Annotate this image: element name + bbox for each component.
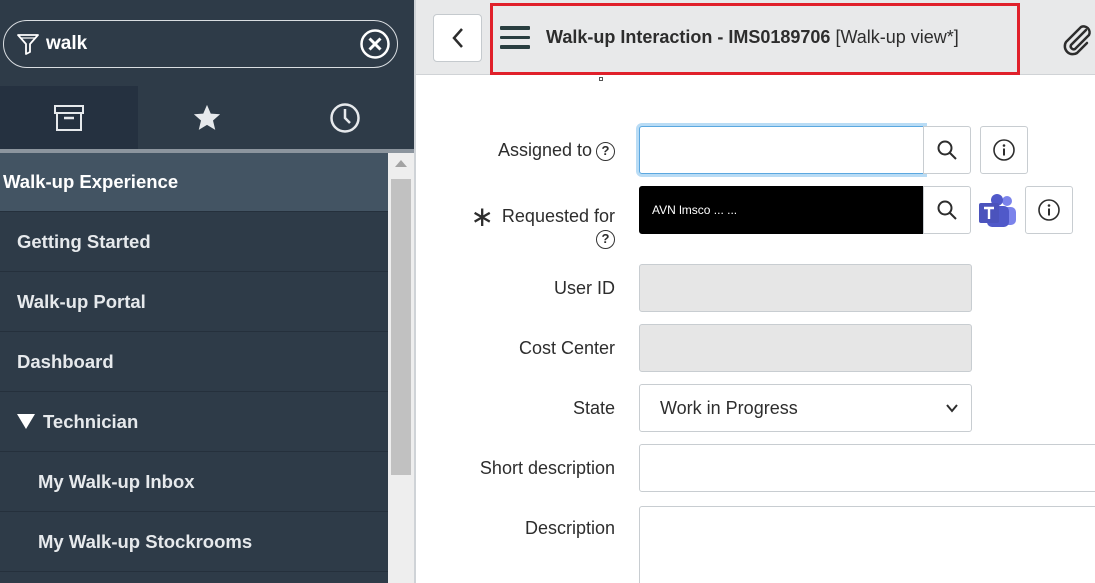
state-label: State bbox=[572, 398, 615, 418]
menu-header-walkup-experience[interactable]: Walk-up Experience bbox=[0, 153, 388, 212]
chevron-down-icon bbox=[946, 404, 958, 413]
state-select[interactable]: Work in Progress bbox=[639, 384, 972, 432]
clock-icon bbox=[330, 102, 360, 133]
filter-input[interactable] bbox=[46, 31, 346, 57]
form-header: Walk-up Interaction - IMS0189706 [Walk-u… bbox=[416, 0, 1095, 75]
description-textarea[interactable] bbox=[640, 507, 1095, 583]
menu-item-walkup-portal[interactable]: Walk-up Portal bbox=[0, 272, 388, 332]
clear-filter-icon[interactable] bbox=[359, 28, 391, 60]
requested-for-info-button[interactable] bbox=[1025, 186, 1073, 234]
state-selected-value: Work in Progress bbox=[660, 397, 798, 418]
star-icon bbox=[193, 104, 221, 130]
label-text: Requested for bbox=[501, 206, 615, 226]
app-root: Walk-up Experience Getting Started Walk-… bbox=[0, 0, 1095, 583]
teams-icon[interactable] bbox=[978, 193, 1018, 229]
info-icon bbox=[993, 139, 1015, 161]
navigator-sidebar: Walk-up Experience Getting Started Walk-… bbox=[0, 0, 414, 583]
assigned-to-label: Assigned to? bbox=[498, 140, 615, 161]
menu-item-label: My Walk-up Stockrooms bbox=[38, 530, 253, 552]
tab-favorites[interactable] bbox=[138, 86, 276, 149]
info-icon bbox=[1038, 199, 1060, 221]
tab-all-applications[interactable] bbox=[0, 86, 138, 149]
user-id-label: User ID bbox=[553, 278, 615, 298]
cost-center-field bbox=[639, 324, 972, 372]
user-id-input bbox=[640, 265, 971, 311]
menu-item-my-walkup-inbox[interactable]: My Walk-up Inbox bbox=[0, 452, 388, 512]
requested-for-help: ? bbox=[592, 228, 615, 249]
expand-triangle-icon[interactable] bbox=[17, 414, 35, 429]
resize-marker bbox=[599, 77, 603, 81]
requested-for-value: AVN lmsco ... ... bbox=[652, 203, 738, 217]
menu-item-label: Dashboard bbox=[17, 350, 114, 372]
highlight-box bbox=[490, 3, 1020, 75]
menu-section-technician[interactable]: Technician bbox=[0, 392, 388, 452]
menu-header-label: Walk-up Experience bbox=[3, 171, 179, 192]
user-id-field bbox=[639, 264, 972, 312]
description-field[interactable] bbox=[639, 506, 1095, 583]
menu-item-label: Technician bbox=[43, 410, 139, 432]
assigned-to-input[interactable] bbox=[640, 127, 923, 173]
archive-icon bbox=[54, 104, 84, 131]
help-icon[interactable]: ? bbox=[596, 141, 615, 161]
menu-item-getting-started[interactable]: Getting Started bbox=[0, 212, 388, 272]
menu-item-label: My Walk-up Inbox bbox=[38, 470, 195, 492]
cost-center-input bbox=[640, 325, 971, 371]
requested-for-field[interactable]: AVN lmsco ... ... bbox=[639, 186, 924, 234]
scroll-thumb[interactable] bbox=[391, 179, 411, 475]
menu-item-label: Walk-up Portal bbox=[17, 290, 146, 312]
menu-item-dashboard[interactable]: Dashboard bbox=[0, 332, 388, 392]
menu-item-my-walkup-stockrooms[interactable]: My Walk-up Stockrooms bbox=[0, 512, 388, 572]
sidebar-scrollbar[interactable] bbox=[388, 153, 414, 583]
cost-center-label: Cost Center bbox=[518, 338, 615, 358]
search-icon bbox=[937, 200, 957, 220]
search-icon bbox=[937, 140, 957, 160]
chevron-left-icon bbox=[451, 28, 463, 48]
short-description-label: Short description bbox=[479, 458, 615, 478]
form-main: Walk-up Interaction - IMS0189706 [Walk-u… bbox=[414, 0, 1095, 583]
menu-item-label: Getting Started bbox=[17, 230, 151, 252]
assigned-to-lookup-button[interactable] bbox=[923, 126, 971, 174]
requested-for-lookup-button[interactable] bbox=[923, 186, 971, 234]
assigned-to-field[interactable] bbox=[639, 126, 924, 174]
description-label: Description bbox=[524, 518, 615, 538]
short-description-field[interactable] bbox=[639, 444, 1095, 492]
back-button[interactable] bbox=[433, 14, 482, 62]
mandatory-asterisk-icon: ∗ bbox=[470, 201, 494, 232]
help-icon[interactable]: ? bbox=[596, 229, 615, 249]
navigator-menu: Walk-up Experience Getting Started Walk-… bbox=[0, 153, 388, 583]
paperclip-icon[interactable] bbox=[1058, 22, 1094, 58]
short-description-input[interactable] bbox=[640, 445, 1095, 491]
assigned-to-info-button[interactable] bbox=[980, 126, 1028, 174]
navigator-tabs bbox=[0, 86, 414, 149]
scroll-up-arrow-icon[interactable] bbox=[395, 160, 407, 167]
label-text: Assigned to bbox=[497, 140, 592, 160]
filter-icon bbox=[17, 34, 39, 55]
filter-navigator[interactable] bbox=[3, 20, 398, 68]
tab-history[interactable] bbox=[276, 86, 414, 149]
